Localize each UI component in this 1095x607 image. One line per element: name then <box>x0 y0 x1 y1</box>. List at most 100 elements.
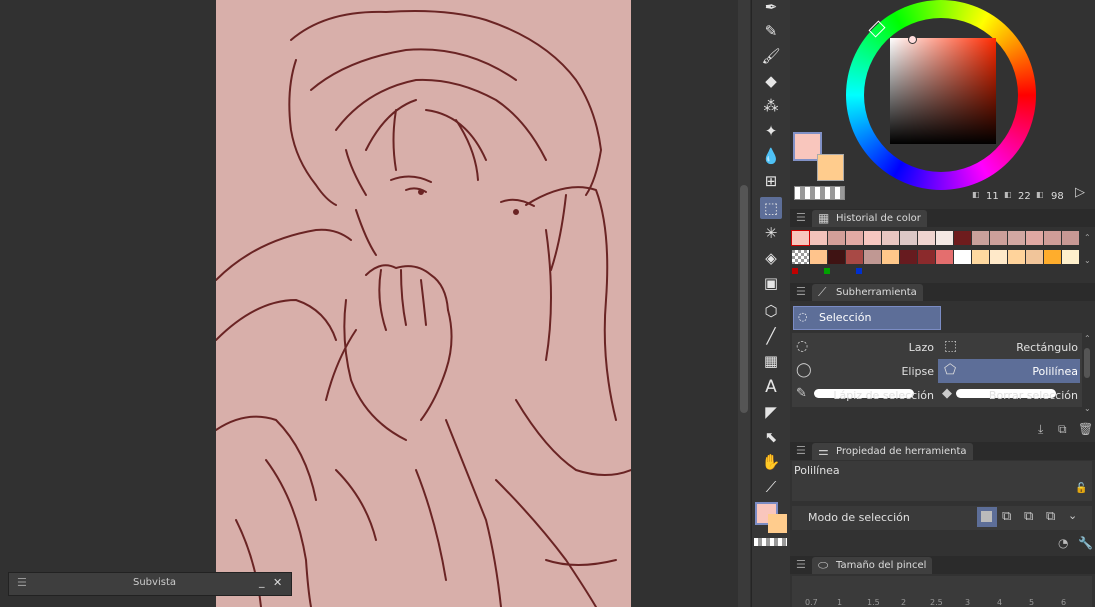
canvas-scrollbar[interactable] <box>738 0 750 607</box>
balloon-icon[interactable]: ◤ <box>760 401 782 423</box>
move-icon[interactable]: ⬉ <box>760 426 782 448</box>
menu-grip-icon[interactable]: ☰ <box>17 576 27 589</box>
color-history-swatch[interactable] <box>972 250 989 264</box>
color-history-swatch[interactable] <box>936 231 953 245</box>
color-history-swatch[interactable] <box>1062 250 1079 264</box>
wand-icon[interactable]: ✳ <box>760 222 782 244</box>
pencil-icon[interactable]: ✎ <box>760 20 782 42</box>
color-history-swatch[interactable] <box>828 250 845 264</box>
color-history-swatch[interactable] <box>846 250 863 264</box>
play-icon[interactable]: ▷ <box>1075 185 1085 200</box>
mode-subtract-selection-button[interactable]: ⧉ <box>1024 509 1033 524</box>
pen-icon[interactable]: ✒ <box>760 0 782 18</box>
color-history-swatch[interactable] <box>1044 231 1061 245</box>
mode-add-selection-button[interactable]: ⧉ <box>1002 509 1011 524</box>
sub-tool-erase-selection[interactable]: ◆ Borrar selección <box>938 383 1080 407</box>
tab-color-history[interactable]: ▦ Historial de color <box>812 210 927 227</box>
hand-icon[interactable]: ✋ <box>760 451 782 473</box>
saturation-value-square[interactable] <box>890 38 996 144</box>
decoration-icon[interactable]: ⁂ <box>760 95 782 117</box>
scroll-down-icon[interactable]: ⌄ <box>1084 404 1091 413</box>
canvas-area[interactable] <box>0 0 738 607</box>
chevron-down-icon[interactable]: ⌄ <box>1068 509 1077 522</box>
subview-panel[interactable]: ☰ Subvista _ ✕ <box>8 572 292 596</box>
import-icon[interactable]: ⤓ <box>1038 422 1043 437</box>
duplicate-icon[interactable]: ⧉ <box>1058 422 1067 437</box>
color-picker-handle[interactable] <box>908 35 917 44</box>
color-history-swatch[interactable] <box>882 231 899 245</box>
line-art <box>216 10 631 607</box>
eyedropper-icon[interactable]: ⟋ <box>760 476 782 498</box>
tab-brush-size[interactable]: ⬭ Tamaño del pincel <box>812 557 933 574</box>
color-history-swatch[interactable] <box>864 250 881 264</box>
line-icon[interactable]: ╱ <box>760 325 782 347</box>
spray-icon[interactable]: ✦ <box>760 120 782 142</box>
color-history-swatch[interactable] <box>810 250 827 264</box>
color-history-swatch[interactable] <box>918 231 935 245</box>
artwork-canvas[interactable] <box>216 0 631 607</box>
color-history-swatch[interactable] <box>1062 231 1079 245</box>
selection-icon[interactable]: ⬚ <box>760 197 782 219</box>
fill-icon[interactable]: ◈ <box>760 247 782 269</box>
color-history-swatch[interactable] <box>900 250 917 264</box>
color-history-swatch[interactable] <box>810 231 827 245</box>
sub-color-box[interactable] <box>817 154 844 181</box>
color-history-swatch[interactable] <box>1026 231 1043 245</box>
close-button[interactable]: ✕ <box>273 576 282 589</box>
mode-new-selection-button[interactable] <box>977 507 997 527</box>
transparent-color-swatch[interactable] <box>754 538 787 546</box>
tab-sub-tool[interactable]: ⟋ Subherramienta <box>812 284 923 301</box>
color-history-swatch[interactable] <box>972 231 989 245</box>
scroll-up-icon[interactable]: ⌃ <box>1084 334 1091 343</box>
color-history-swatch[interactable] <box>792 250 809 264</box>
color-history-swatch[interactable] <box>1044 250 1061 264</box>
3d-cube-icon[interactable]: ⬡ <box>760 300 782 322</box>
color-history-swatch[interactable] <box>900 231 917 245</box>
color-history-swatch[interactable] <box>1026 250 1043 264</box>
tab-tool-property[interactable]: ⚌ Propiedad de herramienta <box>812 443 973 460</box>
color-history-swatch[interactable] <box>990 231 1007 245</box>
sub-tool-polyline[interactable]: ⬠ Polilínea <box>938 359 1080 383</box>
trash-icon[interactable]: 🗑 <box>1078 422 1093 436</box>
gradient-icon[interactable]: ▣ <box>760 272 782 294</box>
eraser-icon[interactable]: ◆ <box>760 70 782 92</box>
sub-tool-rectangle[interactable]: ⬚ Rectángulo <box>938 335 1080 359</box>
scroll-down-icon[interactable]: ⌄ <box>1084 256 1091 265</box>
frame-icon[interactable]: ▦ <box>760 350 782 372</box>
brush-icon[interactable]: 🖌 <box>760 45 782 67</box>
color-history-swatch[interactable] <box>791 230 810 246</box>
color-history-swatch[interactable] <box>828 231 845 245</box>
color-history-swatch[interactable] <box>864 231 881 245</box>
mode-intersect-selection-button[interactable]: ⧉ <box>1046 509 1055 524</box>
menu-grip-icon[interactable]: ☰ <box>796 285 806 298</box>
menu-grip-icon[interactable]: ☰ <box>796 211 806 224</box>
color-history-swatch[interactable] <box>882 250 899 264</box>
color-history-header: ☰ ▦ Historial de color <box>790 209 1095 227</box>
color-history-swatch[interactable] <box>1008 231 1025 245</box>
minimize-button[interactable]: _ <box>259 575 265 588</box>
sub-tool-ellipse[interactable]: ◯ Elipse <box>792 359 936 383</box>
color-history-swatch[interactable] <box>1008 250 1025 264</box>
menu-grip-icon[interactable]: ☰ <box>796 444 806 457</box>
scrollbar-thumb[interactable] <box>740 185 748 413</box>
sub-tool-group-selection[interactable]: ◌ Selección <box>793 306 941 330</box>
color-history-swatch[interactable] <box>936 250 953 264</box>
sub-tool-lasso[interactable]: ◌ Lazo <box>792 335 936 359</box>
color-history-swatch[interactable] <box>990 250 1007 264</box>
sub-tool-scrollbar[interactable] <box>1084 348 1090 378</box>
wrench-icon[interactable]: 🔧 <box>1078 536 1093 550</box>
scroll-up-icon[interactable]: ⌃ <box>1084 233 1091 242</box>
transparent-box[interactable] <box>794 186 845 200</box>
reset-icon[interactable]: ◔ <box>1058 536 1068 550</box>
color-history-swatch[interactable] <box>954 231 971 245</box>
menu-grip-icon[interactable]: ☰ <box>796 558 806 571</box>
lock-icon[interactable]: 🔓 <box>1075 483 1087 494</box>
sub-tool-selection-pen[interactable]: ✎ Lápiz de selección <box>792 383 936 407</box>
color-history-swatch[interactable] <box>918 250 935 264</box>
sub-color-swatch[interactable] <box>768 514 787 533</box>
transform-icon[interactable]: ⊞ <box>760 170 782 192</box>
blend-icon[interactable]: 💧 <box>760 145 782 167</box>
text-icon[interactable]: A <box>760 376 782 398</box>
color-history-swatch[interactable] <box>846 231 863 245</box>
color-history-swatch[interactable] <box>954 250 971 264</box>
